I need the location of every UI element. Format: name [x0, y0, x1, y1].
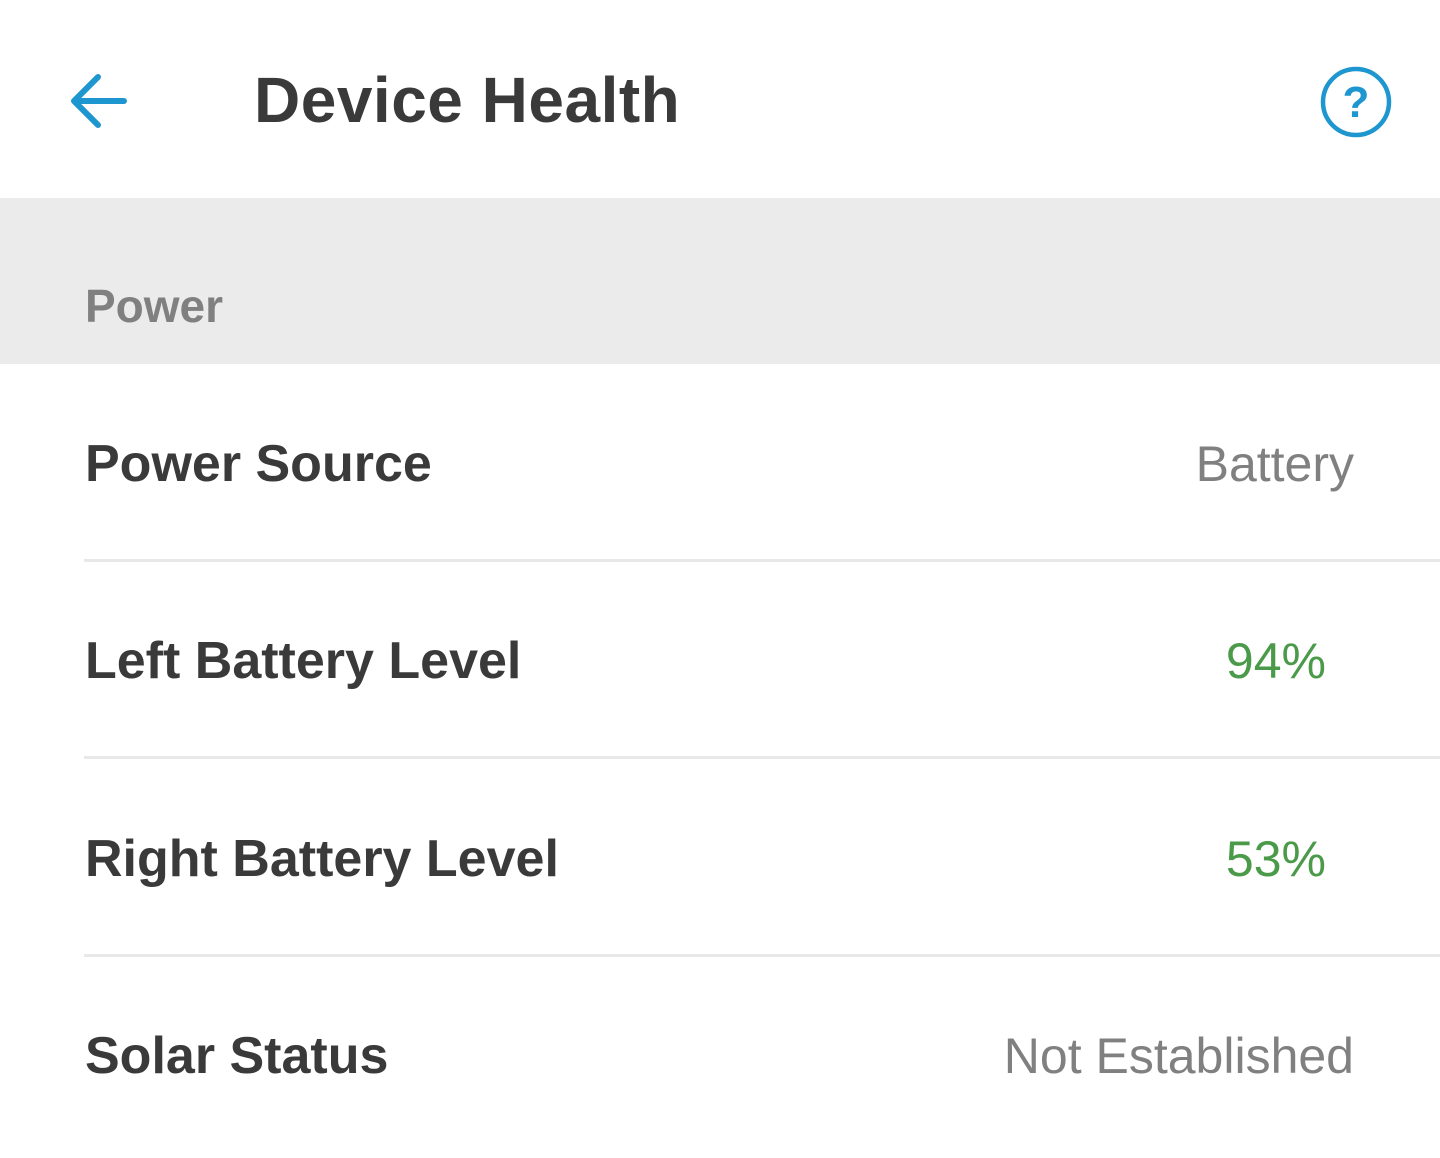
section-title: Power [85, 280, 224, 332]
app-header: Device Health ? [0, 0, 1440, 198]
help-circle-icon: ? [1320, 66, 1392, 138]
list-item-power-source[interactable]: Power Source Battery [0, 366, 1440, 562]
row-label: Right Battery Level [85, 830, 559, 888]
list-item-solar-status[interactable]: Solar Status Not Established [0, 958, 1440, 1154]
row-label: Power Source [85, 435, 432, 493]
svg-text:?: ? [1343, 78, 1370, 127]
row-value: 53% [1225, 831, 1326, 887]
row-value: 94% [1225, 633, 1326, 689]
back-arrow-icon [71, 74, 127, 128]
divider [84, 756, 1440, 759]
back-button[interactable] [56, 58, 140, 142]
row-value: Battery [1195, 436, 1354, 492]
divider [84, 954, 1440, 957]
row-label: Solar Status [85, 1027, 389, 1085]
row-label: Left Battery Level [85, 632, 522, 690]
page-title: Device Health [254, 64, 681, 136]
row-value: Not Established [1003, 1028, 1354, 1084]
list-item-right-battery-level[interactable]: Right Battery Level 53% [0, 761, 1440, 957]
help-button[interactable]: ? [1316, 62, 1396, 142]
divider [84, 559, 1440, 562]
list-item-left-battery-level[interactable]: Left Battery Level 94% [0, 563, 1440, 759]
